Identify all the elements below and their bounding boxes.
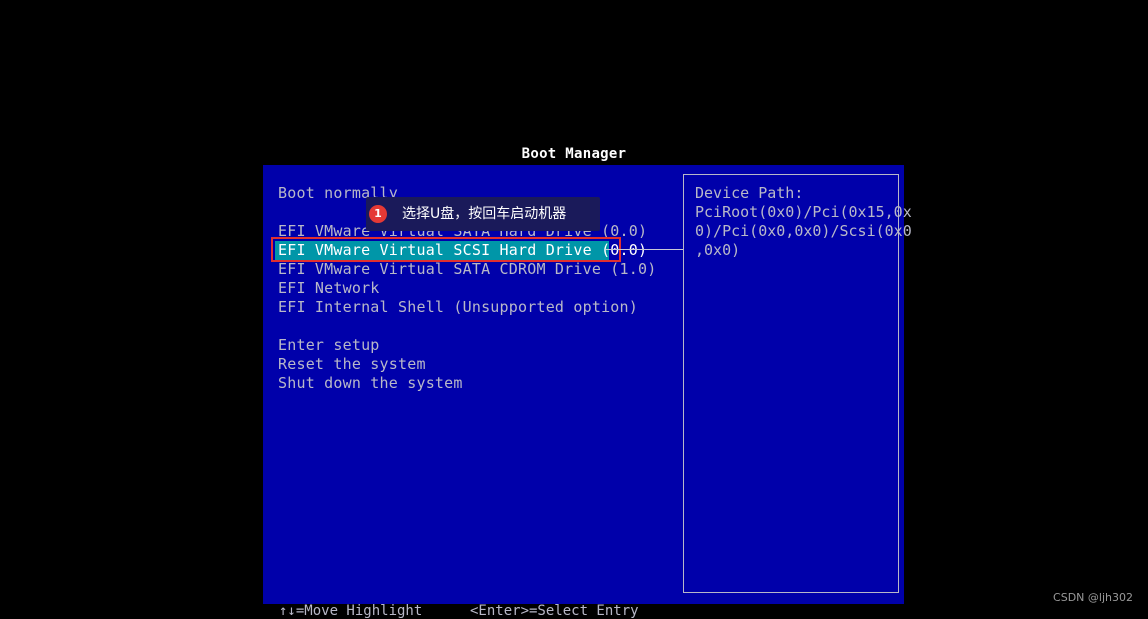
device-path-line: 0)/Pci(0x0,0x0)/Scsi(0x0 (695, 222, 912, 240)
annotation-highlight-box (271, 237, 621, 262)
menu-item-reset-system[interactable]: Reset the system (278, 355, 426, 374)
callout-text: 选择U盘，按回车启动机器 (402, 206, 567, 222)
menu-item-enter-setup[interactable]: Enter setup (278, 336, 380, 355)
device-path-line: PciRoot(0x0)/Pci(0x15,0x (695, 203, 912, 221)
menu-item-efi-sata-cdrom-drive[interactable]: EFI VMware Virtual SATA CDROM Drive (1.0… (278, 260, 656, 279)
menu-item-efi-internal-shell[interactable]: EFI Internal Shell (Unsupported option) (278, 298, 638, 317)
watermark: CSDN @ljh302 (1053, 591, 1133, 604)
boot-manager-title: Boot Manager (521, 146, 627, 162)
annotation-connector-line (606, 249, 684, 250)
device-path-line: ,0x0) (695, 241, 741, 259)
menu-item-efi-network[interactable]: EFI Network (278, 279, 380, 298)
menu-item-shut-down-system[interactable]: Shut down the system (278, 374, 463, 393)
footer-hint-select: <Enter>=Select Entry (470, 603, 639, 619)
footer-hint-move: ↑↓=Move Highlight (279, 603, 423, 619)
device-path-heading: Device Path: (695, 184, 804, 202)
step-number-badge: 1 (369, 205, 387, 223)
annotation-callout: 1 选择U盘，按回车启动机器 (366, 197, 600, 231)
